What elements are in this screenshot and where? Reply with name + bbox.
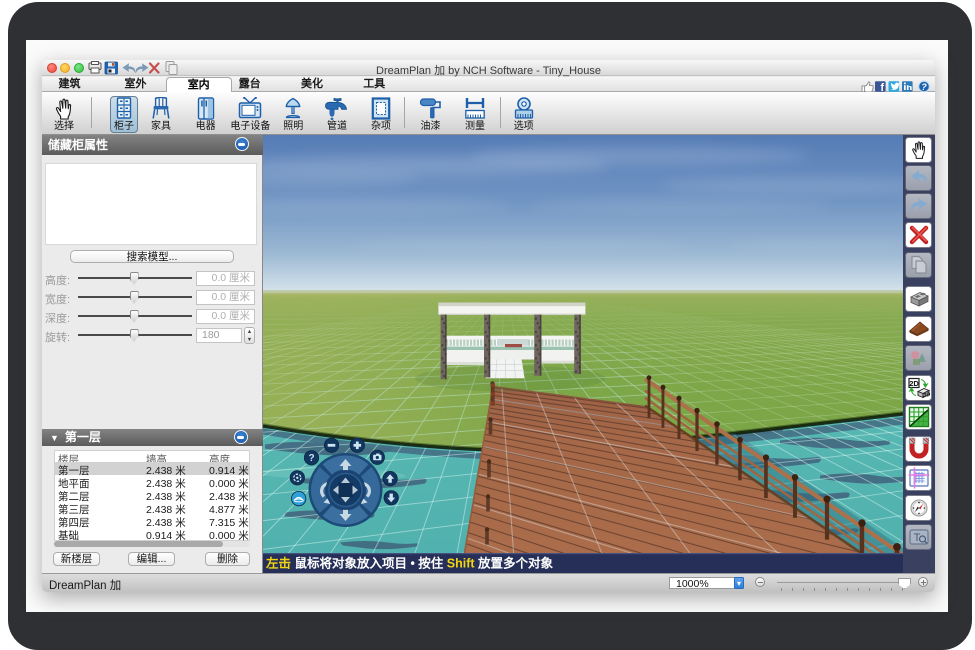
svg-text:2D: 2D <box>909 379 919 388</box>
svg-text:3D: 3D <box>923 391 930 398</box>
svg-text:?: ? <box>921 82 927 92</box>
svg-text:?: ? <box>308 453 314 464</box>
svg-text:左击 鼠标将对象放入项目 • 按住 Shift 放置多个对象: 左击 鼠标将对象放入项目 • 按住 Shift 放置多个对象 <box>265 555 554 570</box>
